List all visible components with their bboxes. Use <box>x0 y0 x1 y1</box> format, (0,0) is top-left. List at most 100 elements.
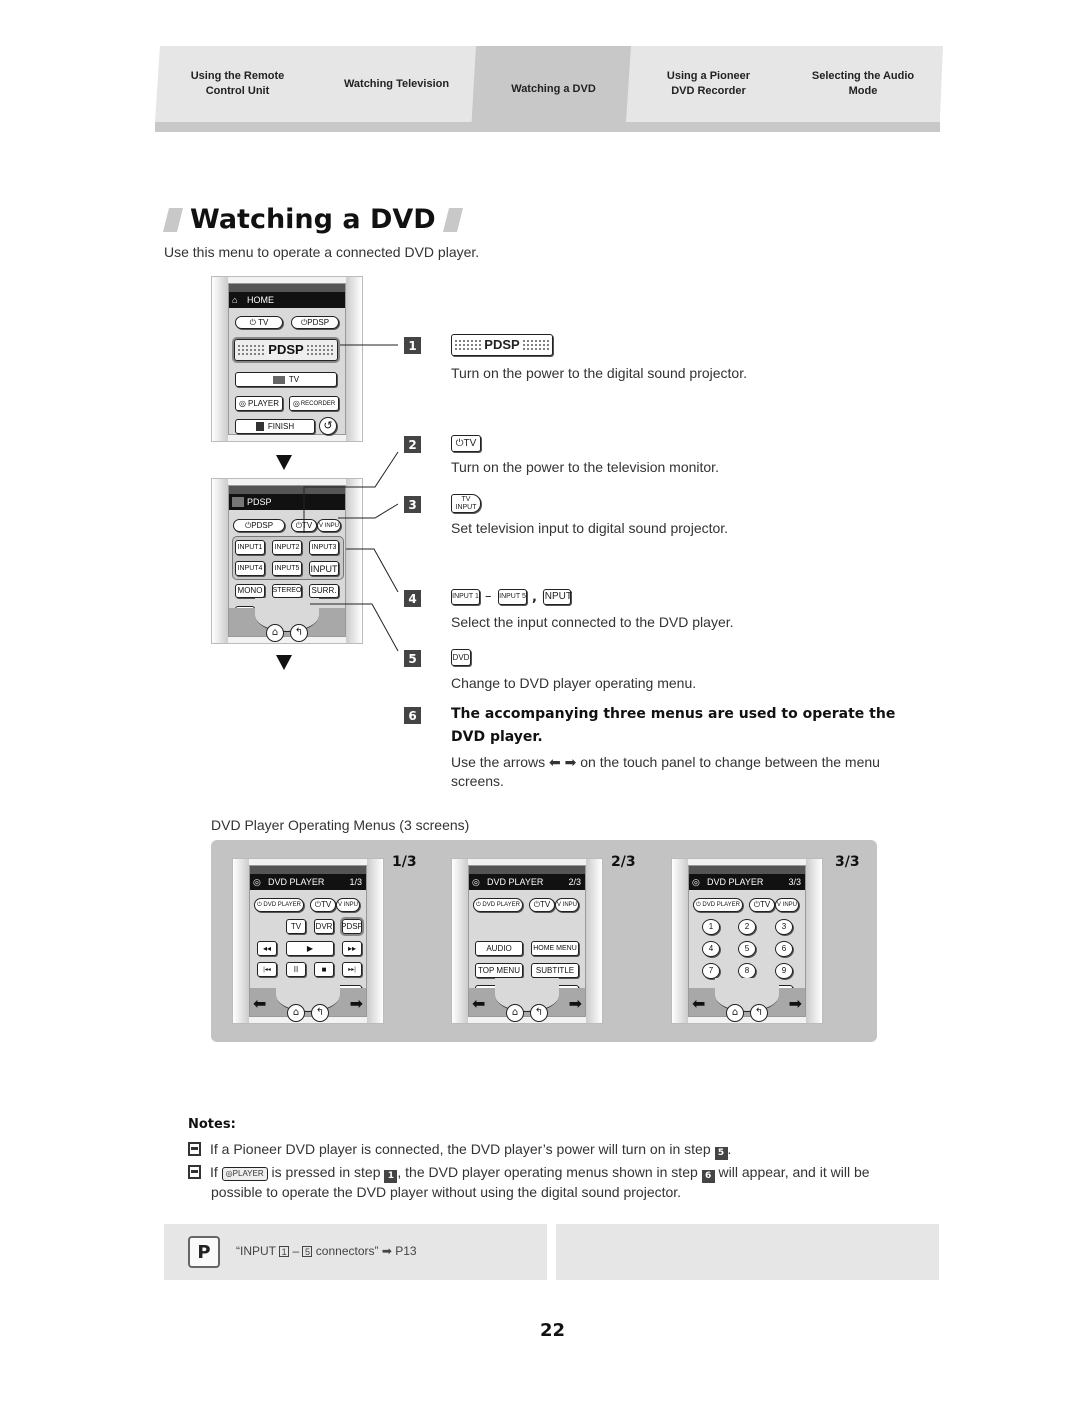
tab-audio-mode[interactable]: Selecting the Audio Mode <box>783 46 943 122</box>
tv-input-button[interactable]: TV INPUT <box>336 898 360 912</box>
tv-power-button[interactable]: ⏻ TV <box>235 316 283 329</box>
arrow-right-icon[interactable]: ➡ <box>350 996 363 1012</box>
top-menu-button[interactable]: TOP MENU <box>475 963 523 978</box>
input3-button[interactable]: INPUT3 <box>309 540 339 555</box>
return-icon[interactable]: ↰ <box>311 1004 329 1022</box>
note-item: If a Pioneer DVD player is connected, th… <box>188 1140 918 1160</box>
play-button[interactable]: ▶ <box>286 941 334 956</box>
tab-watching-television[interactable]: Watching Television <box>314 46 479 122</box>
step-number: 2 <box>404 436 421 453</box>
tv-input-button[interactable]: TV INPUT <box>555 898 579 912</box>
note-item: If ◎PLAYER is pressed in step 1, the DVD… <box>188 1163 918 1201</box>
disc-icon: ◎ <box>239 398 246 408</box>
reference-link[interactable]: “INPUT 1 – 5 connectors” ➡ P13 <box>236 1244 417 1258</box>
input5-key-icon: INPUT 5 <box>498 589 527 605</box>
recorder-button[interactable]: ◎ RECORDER <box>289 396 339 411</box>
tab-pioneer-recorder[interactable]: Using a Pioneer DVD Recorder <box>626 46 791 122</box>
note-bullet-icon <box>188 1142 201 1156</box>
tab-watching-dvd[interactable]: Watching a DVD <box>471 46 636 132</box>
range-dash: – <box>485 589 492 604</box>
return-icon[interactable]: ↰ <box>750 1004 768 1022</box>
title-slash-decoration <box>163 207 183 232</box>
home-menu-button[interactable]: HOME MENU <box>531 941 579 956</box>
digit-7-button[interactable]: 7 <box>702 963 720 979</box>
input1-button[interactable]: INPUT1 <box>235 540 265 555</box>
notes-title: Notes: <box>188 1117 236 1132</box>
arrow-right-icon[interactable]: ➡ <box>789 996 802 1012</box>
pdsp-button[interactable]: PDSP <box>340 917 364 936</box>
surround-button[interactable]: SURR. <box>309 584 339 598</box>
audio-button[interactable]: AUDIO <box>475 941 523 956</box>
mono-button[interactable]: MONO <box>235 584 265 598</box>
digit-6-button[interactable]: 6 <box>775 941 793 957</box>
dvd-player-power-button[interactable]: ⏻ DVD PLAYER <box>693 898 743 912</box>
arrow-left-icon[interactable]: ⬅ <box>692 996 705 1012</box>
return-icon[interactable]: ↰ <box>530 1004 548 1022</box>
arrow-right-icon[interactable]: ➡ <box>569 996 582 1012</box>
digit-8-button[interactable]: 8 <box>738 963 756 979</box>
digit-9-button[interactable]: 9 <box>775 963 793 979</box>
digit-5-button[interactable]: 5 <box>738 941 756 957</box>
input2-button[interactable]: INPUT2 <box>272 540 302 555</box>
page-subtitle: Use this menu to operate a connected DVD… <box>164 244 480 260</box>
menus-caption: DVD Player Operating Menus (3 screens) <box>211 817 470 833</box>
step-ref: 1 <box>384 1170 398 1183</box>
input-key-icon: INPUT <box>542 589 572 605</box>
tv-input-button[interactable]: TV INPUT <box>775 898 799 912</box>
arrow-left-icon[interactable]: ⬅ <box>253 996 266 1012</box>
input5-button[interactable]: INPUT5 <box>272 561 302 576</box>
pause-button[interactable]: II <box>286 962 306 977</box>
reference-box-empty <box>556 1224 939 1280</box>
home-icon[interactable]: ⌂ <box>726 1004 744 1022</box>
rewind-button[interactable]: ◂◂ <box>257 941 277 956</box>
finish-button[interactable]: FINISH <box>235 419 315 434</box>
pdsp-power-button[interactable]: ⏻PDSP <box>291 316 339 329</box>
input4-button[interactable]: INPUT4 <box>235 561 265 576</box>
back-button[interactable]: ↺ <box>319 417 337 435</box>
tv-button[interactable]: TV <box>286 919 306 934</box>
dvd-key-icon: DVD <box>451 649 471 666</box>
dvr-button[interactable]: DVR <box>314 919 334 934</box>
pdsp-power-button[interactable]: ⏻PDSP <box>233 519 285 532</box>
digit-2-button[interactable]: 2 <box>738 919 756 935</box>
tab-label: Selecting the Audio Mode <box>811 70 915 97</box>
input1-key-icon: INPUT 1 <box>451 589 480 605</box>
dvd-player-power-button[interactable]: ⏻ DVD PLAYER <box>473 898 523 912</box>
tab-using-remote[interactable]: Using the Remote Control Unit <box>155 46 320 122</box>
step-description: Use the arrows ⬅ ➡ on the touch panel to… <box>451 754 880 789</box>
dvd-player-power-button[interactable]: ⏻ DVD PLAYER <box>254 898 304 912</box>
tab-label: Watching Television <box>343 77 450 90</box>
step-number: 1 <box>404 337 421 354</box>
digit-3-button[interactable]: 3 <box>775 919 793 935</box>
remote-pdsp-screen: PDSP ⏻PDSP ⏻TV TV INPUT INPUT1 INPUT2 IN… <box>211 478 363 644</box>
tab-label: Using a Pioneer DVD Recorder <box>666 70 751 97</box>
subtitle-button[interactable]: SUBTITLE <box>531 963 579 978</box>
return-icon[interactable]: ↰ <box>290 624 308 642</box>
input-button[interactable]: INPUT <box>309 561 339 576</box>
home-icon[interactable]: ⌂ <box>506 1004 524 1022</box>
tv-power-button[interactable]: ⏻TV <box>749 898 775 912</box>
fast-forward-button[interactable]: ▸▸ <box>342 941 362 956</box>
tv-input-key-icon: TV INPUT <box>451 494 481 513</box>
tv-power-button[interactable]: ⏻TV <box>291 519 317 532</box>
home-icon[interactable]: ⌂ <box>266 624 284 642</box>
tab-label: Using the Remote Control Unit <box>190 70 285 97</box>
note-bullet-icon <box>188 1165 201 1179</box>
next-button[interactable]: ▸▸| <box>342 962 362 977</box>
reference-box: P “INPUT 1 – 5 connectors” ➡ P13 <box>164 1224 547 1280</box>
digit-4-button[interactable]: 4 <box>702 941 720 957</box>
tv-button[interactable]: TV <box>235 372 337 387</box>
pdsp-button[interactable]: PDSP <box>232 337 340 363</box>
tv-input-button[interactable]: TV INPUT <box>317 519 341 532</box>
dvd-menu-screen-3: ◎DVD PLAYER3/3 ⏻ DVD PLAYER ⏻TV TV INPUT… <box>671 858 823 1024</box>
arrow-left-icon[interactable]: ⬅ <box>472 996 485 1012</box>
tv-power-button[interactable]: ⏻TV <box>310 898 336 912</box>
player-button[interactable]: ◎ PLAYER <box>235 396 283 411</box>
tv-power-button[interactable]: ⏻TV <box>529 898 555 912</box>
home-icon[interactable]: ⌂ <box>287 1004 305 1022</box>
step-number: 4 <box>404 590 421 607</box>
stop-button[interactable]: ■ <box>314 962 334 977</box>
digit-1-button[interactable]: 1 <box>702 919 720 935</box>
stereo-button[interactable]: STEREO <box>272 584 302 598</box>
previous-button[interactable]: |◂◂ <box>257 962 277 977</box>
